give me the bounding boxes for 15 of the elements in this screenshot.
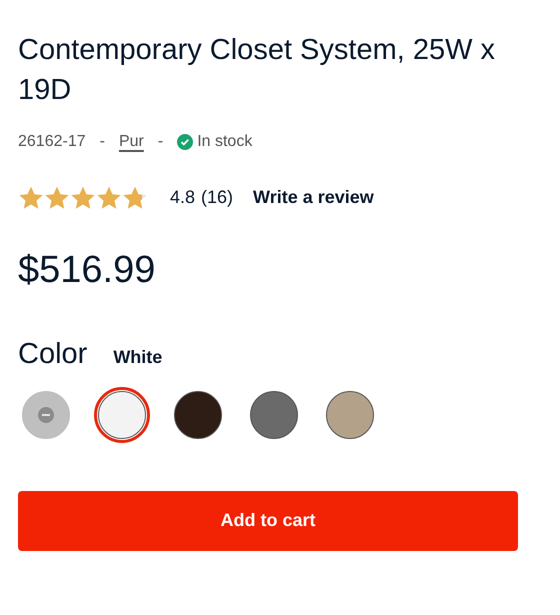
rating-score: 4.8 xyxy=(170,186,196,209)
unavailable-icon xyxy=(38,406,54,422)
product-title: Contemporary Closet System, 25W x 19D xyxy=(18,33,496,108)
price: $516.99 xyxy=(18,248,156,293)
sku-text: 26162-17 xyxy=(18,132,86,152)
separator-text: - xyxy=(158,132,164,152)
add-to-cart-button[interactable]: Add to cart xyxy=(18,490,518,550)
stock-status: In stock xyxy=(197,132,252,152)
selected-color-name: White xyxy=(113,346,162,369)
review-count: (16) xyxy=(201,186,234,209)
color-label: Color xyxy=(18,337,88,372)
brand-link[interactable]: Pur xyxy=(118,130,144,154)
write-review-link[interactable]: Write a review xyxy=(253,184,374,211)
separator-text: - xyxy=(100,132,105,152)
color-swatch[interactable] xyxy=(94,386,150,442)
